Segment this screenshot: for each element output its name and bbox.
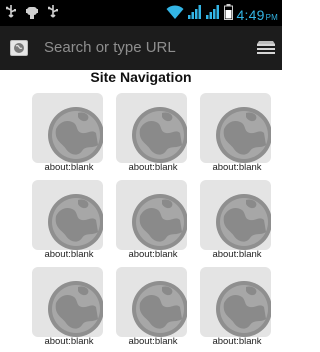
clock-time: 4:49 (236, 6, 265, 23)
site-tile[interactable]: about:blank (29, 264, 109, 352)
globe-icon (216, 281, 271, 337)
android-debug-icon (26, 5, 38, 19)
site-thumbnail (32, 267, 103, 337)
site-thumbnail (32, 180, 103, 250)
signal-icon (205, 4, 220, 25)
usb-icon (6, 5, 16, 19)
site-tile-label: about:blank (212, 162, 262, 173)
site-tile-label: about:blank (212, 249, 262, 260)
site-tile[interactable]: about:blank (113, 264, 193, 352)
site-tile[interactable]: about:blank (197, 177, 277, 265)
site-thumbnail (200, 267, 271, 337)
globe-icon (48, 281, 103, 337)
status-bar: 4:49PM (0, 0, 282, 26)
globe-page-icon[interactable] (10, 40, 28, 56)
site-tile[interactable]: about:blank (113, 177, 193, 265)
site-tile-label: about:blank (128, 336, 178, 347)
page-title: Site Navigation (90, 69, 192, 85)
globe-icon (48, 194, 103, 250)
site-navigation-grid: about:blank about:blank about:blank abou… (0, 90, 282, 349)
site-thumbnail (200, 180, 271, 250)
bookmarks-menu-icon[interactable] (256, 40, 276, 56)
site-tile[interactable]: about:blank (113, 90, 193, 178)
site-tile-label: about:blank (128, 162, 178, 173)
search-input[interactable]: Search or type URL (44, 39, 176, 56)
site-tile-label: about:blank (44, 162, 94, 173)
site-thumbnail (116, 180, 187, 250)
site-tile[interactable]: about:blank (29, 177, 109, 265)
globe-icon (216, 107, 271, 163)
site-tile-label: about:blank (212, 336, 262, 347)
site-thumbnail (200, 93, 271, 163)
clock-ampm: PM (265, 12, 278, 22)
globe-icon (132, 194, 187, 250)
battery-icon (223, 4, 233, 25)
globe-icon (216, 194, 271, 250)
wifi-icon (166, 4, 184, 25)
site-tile[interactable]: about:blank (29, 90, 109, 178)
system-icons: 4:49PM (166, 4, 278, 25)
site-tile[interactable]: about:blank (197, 90, 277, 178)
signal-icon (187, 4, 202, 25)
site-thumbnail (116, 93, 187, 163)
site-tile-label: about:blank (128, 249, 178, 260)
clock: 4:49PM (237, 7, 278, 23)
site-tile[interactable]: about:blank (197, 264, 277, 352)
browser-toolbar: Search or type URL (0, 26, 282, 70)
globe-icon (48, 107, 103, 163)
site-tile-label: about:blank (44, 336, 94, 347)
site-thumbnail (32, 93, 103, 163)
site-tile-label: about:blank (44, 249, 94, 260)
usb-icon (48, 5, 58, 19)
site-thumbnail (116, 267, 187, 337)
notification-icons (6, 5, 58, 19)
globe-icon (132, 107, 187, 163)
globe-icon (132, 281, 187, 337)
